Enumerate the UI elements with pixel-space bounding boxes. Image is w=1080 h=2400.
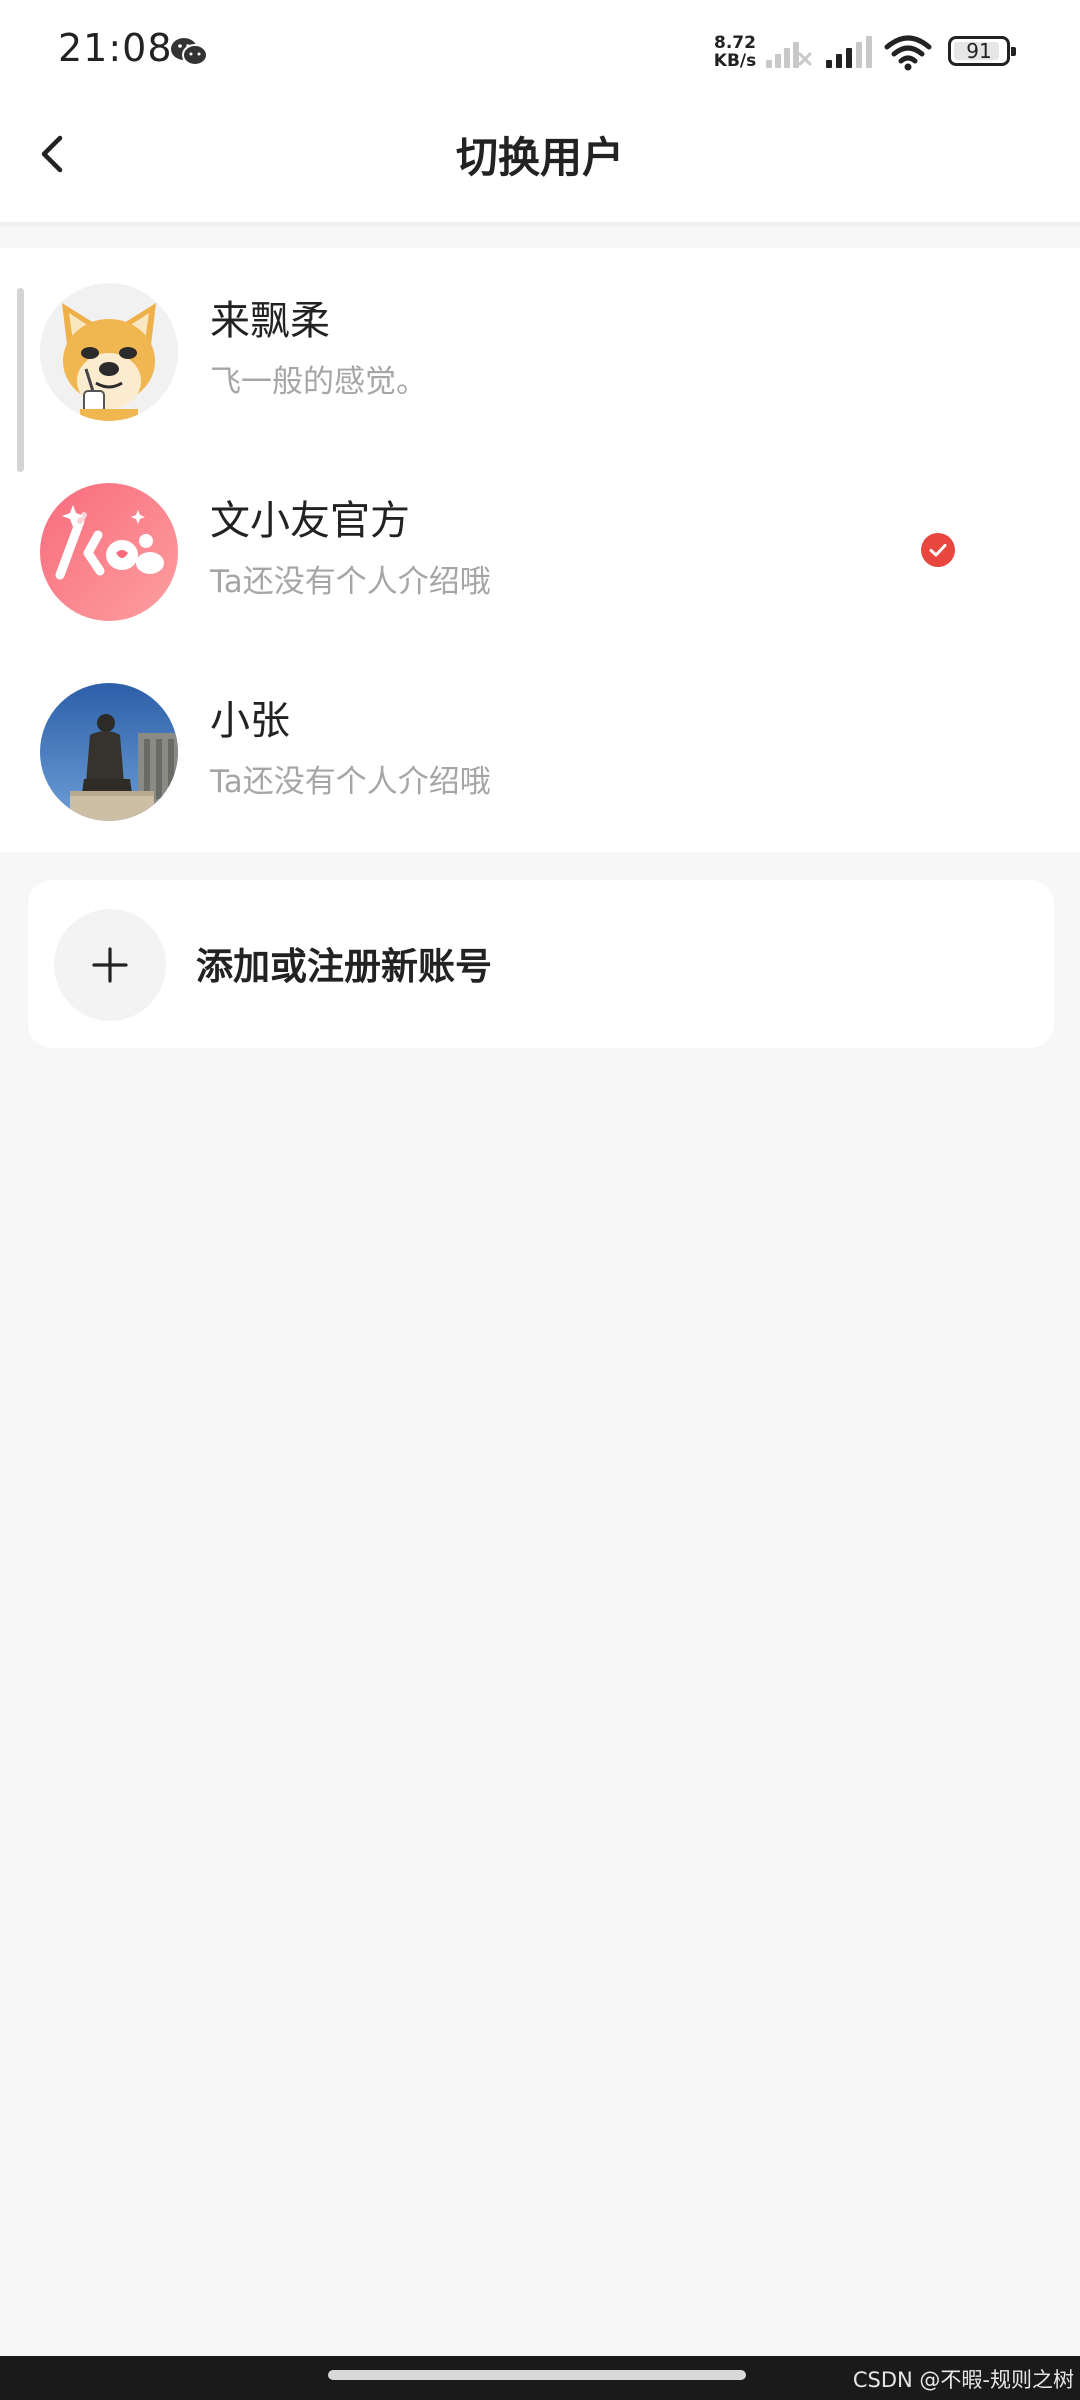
brand-logo-avatar — [40, 483, 178, 621]
add-icon-circle — [54, 909, 166, 1021]
header: 切换用户 — [0, 100, 1080, 223]
account-row[interactable]: 小张 Ta还没有个人介绍哦 — [0, 648, 1080, 848]
account-name: 文小友官方 — [210, 498, 410, 544]
account-bio: Ta还没有个人介绍哦 — [210, 764, 491, 800]
account-list: 来飘柔 飞一般的感觉。 文小友官方 Ta还没有个人介绍哦 小张 Ta还没有个人介… — [0, 248, 1080, 852]
chevron-left-icon — [41, 135, 63, 173]
account-name: 来飘柔 — [210, 298, 330, 344]
add-account-label: 添加或注册新账号 — [196, 945, 492, 988]
account-row[interactable]: 来飘柔 飞一般的感觉。 — [0, 248, 1080, 448]
network-speed: 8.72 KB/s — [712, 34, 758, 70]
battery-level: 91 — [966, 39, 992, 63]
account-bio: 飞一般的感觉。 — [210, 364, 427, 400]
wechat-icon — [171, 38, 208, 66]
navigation-bar: CSDN @不暇-规则之树 — [0, 2356, 1080, 2400]
page-title: 切换用户 — [455, 133, 624, 182]
status-time: 21:08 — [58, 26, 173, 70]
doge-avatar — [40, 283, 178, 421]
account-row[interactable]: 文小友官方 Ta还没有个人介绍哦 — [0, 448, 1080, 648]
back-button[interactable] — [24, 122, 84, 186]
add-account-button[interactable]: 添加或注册新账号 — [28, 880, 1054, 1048]
status-bar: 21:08 8.72 KB/s 91 — [0, 0, 1080, 100]
plus-icon — [92, 947, 128, 983]
network-speed-unit: KB/s — [713, 51, 757, 71]
battery-icon: 91 — [948, 36, 1016, 66]
signal-icon — [826, 36, 872, 68]
wifi-icon — [884, 35, 932, 71]
statue-photo-avatar — [40, 683, 178, 821]
signal-no-service-icon — [766, 42, 812, 68]
gesture-handle[interactable] — [328, 2370, 746, 2380]
check-circle-icon — [921, 533, 955, 567]
account-name: 小张 — [210, 698, 290, 744]
network-speed-value: 8.72 — [714, 33, 756, 53]
watermark: CSDN @不暇-规则之树 — [852, 2368, 1074, 2392]
account-bio: Ta还没有个人介绍哦 — [210, 564, 491, 600]
